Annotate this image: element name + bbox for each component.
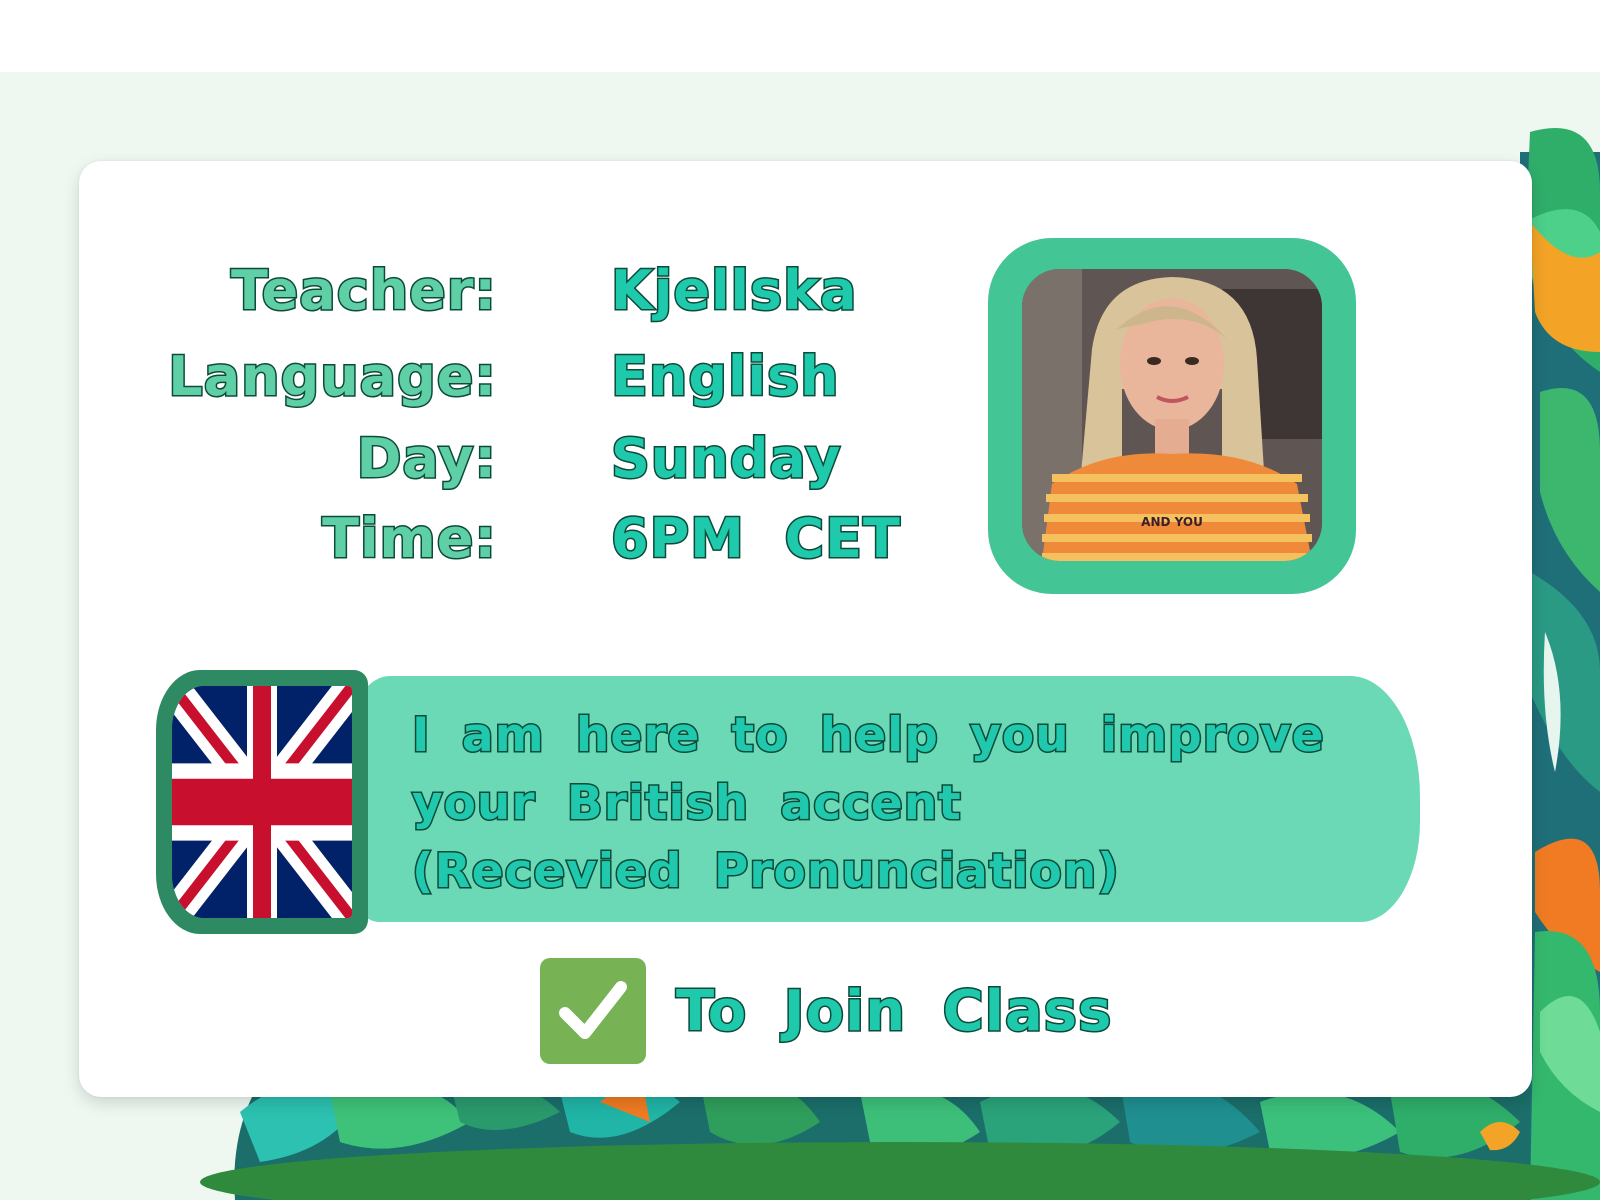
shirt-print-text: AND YOU <box>1141 515 1203 529</box>
time-value: 6PM CET <box>610 505 902 571</box>
join-class-button[interactable]: To Join Class <box>540 957 1113 1065</box>
banner-line-1: I am here to help you improve <box>411 707 1326 765</box>
language-label: Language: <box>167 343 498 409</box>
check-mark-button-icon[interactable] <box>540 958 646 1064</box>
top-band <box>0 0 1600 72</box>
teacher-label: Teacher: <box>229 257 497 323</box>
teacher-photo-frame: AND YOU <box>988 238 1356 594</box>
language-value: English <box>610 343 841 409</box>
teacher-photo: AND YOU <box>1022 269 1322 561</box>
description-banner: I am here to help you improve your Briti… <box>150 670 1420 934</box>
join-class-label[interactable]: To Join Class <box>674 977 1112 1045</box>
time-label: Time: <box>321 505 498 571</box>
banner-line-3: (Recevied Pronunciation) <box>411 843 1121 901</box>
banner-line-2: your British accent <box>411 775 963 833</box>
banner-description: I am here to help you improve your Briti… <box>411 702 1402 906</box>
teacher-value: Kjellska <box>610 257 858 323</box>
class-info-card: Teacher: Kjellska Language: English Day:… <box>79 161 1532 1097</box>
flag-frame <box>156 670 368 934</box>
day-label: Day: <box>355 425 497 491</box>
uk-flag-icon <box>172 686 352 918</box>
day-value: Sunday <box>609 425 842 491</box>
teacher-portrait-illustration: AND YOU <box>1022 269 1322 561</box>
